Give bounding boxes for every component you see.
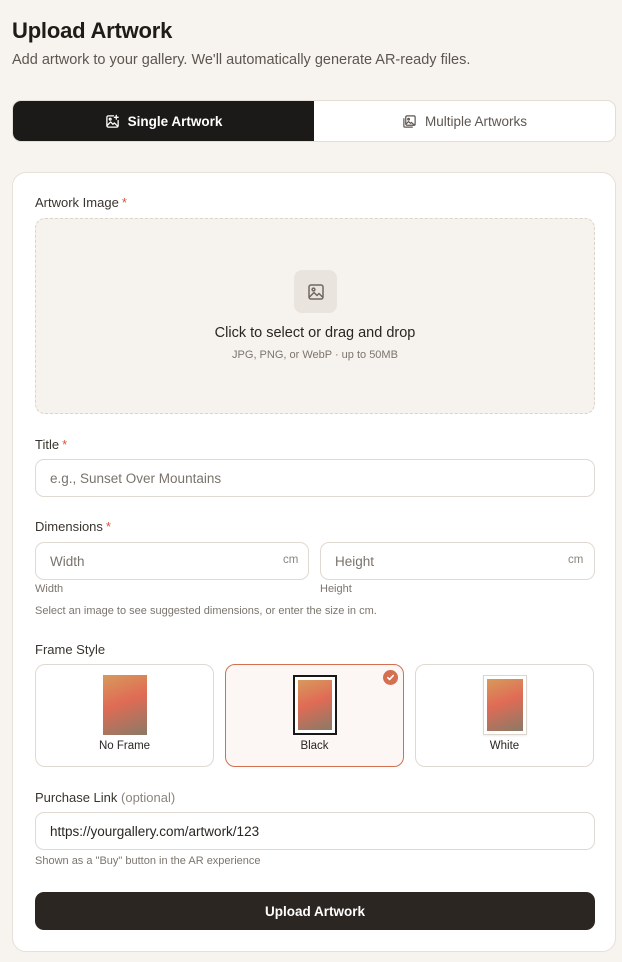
height-input[interactable] (320, 542, 595, 580)
dropzone-icon-box (294, 270, 337, 313)
artwork-dropzone[interactable]: Click to select or drag and drop JPG, PN… (35, 218, 595, 414)
frame-option-white[interactable]: White (415, 664, 594, 767)
frame-preview-white (482, 675, 527, 735)
artwork-image-label-text: Artwork Image (35, 195, 119, 210)
artwork-thumbnail (486, 679, 523, 731)
artwork-thumbnail (102, 675, 147, 735)
height-sublabel: Height (320, 583, 352, 595)
frame-preview-no-frame (102, 675, 147, 735)
required-mark: * (121, 195, 127, 210)
height-unit: cm (568, 554, 584, 566)
page-subtitle: Add artwork to your gallery. We'll autom… (12, 52, 471, 68)
tab-single-artwork[interactable]: Single Artwork (13, 101, 314, 141)
image-icon (307, 283, 324, 300)
required-mark: * (105, 519, 111, 534)
dropzone-title: Click to select or drag and drop (214, 325, 416, 341)
image-add-icon (105, 114, 119, 128)
optional-note: (optional) (121, 790, 176, 805)
frame-style-label: Frame Style (35, 642, 106, 657)
tab-single-artwork-label: Single Artwork (127, 113, 223, 129)
selected-check-icon (383, 670, 398, 685)
page-title: Upload Artwork (12, 18, 173, 43)
width-input[interactable] (35, 542, 309, 580)
frame-option-no-frame[interactable]: No Frame (35, 664, 214, 767)
artwork-image-label: Artwork Image * (35, 195, 127, 210)
required-mark: * (62, 437, 68, 452)
dimensions-label-text: Dimensions (35, 519, 103, 534)
width-unit: cm (283, 554, 299, 566)
upload-mode-tabs: Single Artwork Multiple Artworks (12, 100, 616, 142)
dimensions-help: Select an image to see suggested dimensi… (35, 605, 377, 617)
dropzone-hint: JPG, PNG, or WebP · up to 50MB (232, 349, 398, 361)
images-stack-icon (403, 114, 416, 128)
title-label: Title * (35, 437, 67, 452)
tab-multiple-artworks-label: Multiple Artworks (424, 113, 528, 129)
upload-artwork-button[interactable]: Upload Artwork (35, 892, 595, 930)
frame-option-label: White (489, 740, 520, 752)
frame-option-label: No Frame (98, 740, 151, 752)
dimensions-label: Dimensions * (35, 519, 111, 534)
purchase-link-input[interactable] (35, 812, 595, 850)
frame-option-black[interactable]: Black (225, 664, 404, 767)
title-label-text: Title (35, 437, 60, 452)
frame-preview-black (292, 675, 337, 735)
purchase-link-help: Shown as a "Buy" button in the AR experi… (35, 855, 261, 867)
purchase-link-label: Purchase Link (optional) (35, 790, 175, 805)
title-input[interactable] (35, 459, 595, 497)
purchase-link-label-text: Purchase Link (35, 790, 118, 805)
upload-form-card: Artwork Image * Click to select or drag a… (12, 172, 616, 952)
artwork-thumbnail (297, 680, 332, 730)
tab-multiple-artworks[interactable]: Multiple Artworks (314, 101, 615, 141)
width-sublabel: Width (35, 583, 64, 595)
frame-option-label: Black (300, 740, 329, 752)
